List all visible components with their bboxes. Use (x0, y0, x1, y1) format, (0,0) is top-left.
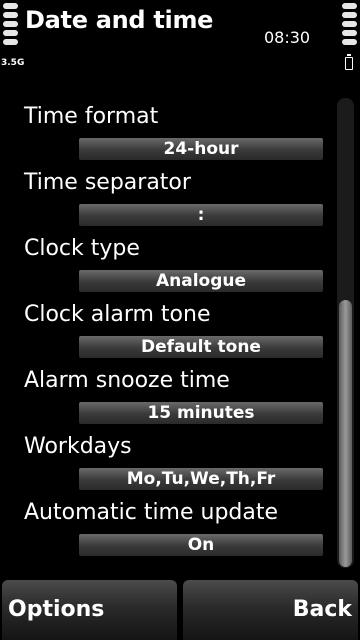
setting-value[interactable]: 24-hour (79, 138, 323, 160)
setting-automatic-time-update[interactable]: Automatic time update On (0, 494, 336, 560)
setting-value[interactable]: On (79, 534, 323, 556)
options-softkey[interactable]: Options (2, 580, 177, 640)
setting-label: Automatic time update (24, 500, 279, 525)
clock: 08:30 (264, 28, 311, 47)
scrollbar-thumb[interactable] (339, 300, 352, 567)
status-bar: Date and time 08:30 3.5G (0, 0, 360, 88)
setting-label: Time separator (24, 170, 191, 195)
setting-clock-alarm-tone[interactable]: Clock alarm tone Default tone (0, 296, 336, 362)
setting-value[interactable]: Analogue (79, 270, 323, 292)
setting-workdays[interactable]: Workdays Mo,Tu,We,Th,Fr (0, 428, 336, 494)
battery-level-icon (342, 3, 357, 48)
setting-label: Alarm snooze time (24, 368, 230, 393)
setting-label: Time format (24, 104, 159, 129)
setting-value[interactable]: : (79, 204, 323, 226)
setting-time-format[interactable]: Time format 24-hour (0, 98, 336, 164)
setting-value[interactable]: 15 minutes (79, 402, 323, 424)
signal-strength-icon (3, 3, 18, 48)
setting-value[interactable]: Mo,Tu,We,Th,Fr (79, 468, 323, 490)
page-title: Date and time (25, 6, 214, 34)
setting-label: Clock type (24, 236, 140, 261)
settings-list: Time format 24-hour Time separator : Clo… (0, 98, 336, 560)
battery-icon (345, 54, 353, 70)
setting-time-separator[interactable]: Time separator : (0, 164, 336, 230)
setting-value[interactable]: Default tone (79, 336, 323, 358)
setting-label: Workdays (24, 434, 132, 459)
setting-clock-type[interactable]: Clock type Analogue (0, 230, 336, 296)
back-softkey[interactable]: Back (183, 580, 358, 640)
setting-label: Clock alarm tone (24, 302, 211, 327)
network-type-indicator: 3.5G (1, 58, 25, 68)
setting-alarm-snooze-time[interactable]: Alarm snooze time 15 minutes (0, 362, 336, 428)
